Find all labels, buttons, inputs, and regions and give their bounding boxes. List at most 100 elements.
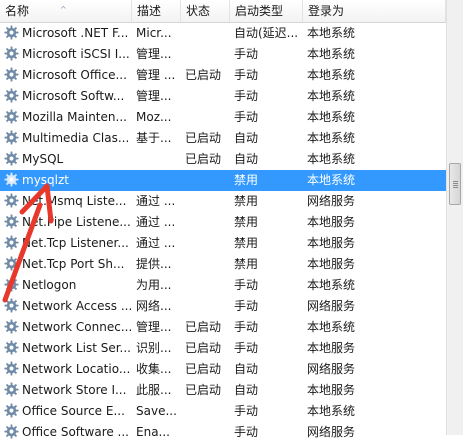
service-row[interactable]: Net.Tcp Listener... 通过 ... 禁用 本地服务: [0, 233, 446, 254]
service-logon-as: 本地服务: [307, 383, 356, 397]
service-name: Network List Ser...: [22, 341, 131, 355]
service-logon-as: 本地服务: [307, 236, 356, 250]
service-row[interactable]: MySQL 已启动 自动 本地系统: [0, 149, 446, 170]
column-header-description[interactable]: 描述: [132, 0, 181, 22]
service-name: Net.Pipe Listene...: [22, 215, 131, 229]
service-name-cell: Microsoft Softw...: [4, 86, 131, 107]
gear-icon: [4, 256, 19, 271]
service-row[interactable]: Office Software ... Ena... 手动 网络服务: [0, 422, 446, 443]
thumb-grip-line: [453, 183, 458, 184]
service-description: Save...: [136, 404, 177, 418]
service-name-cell: Net.Tcp Listener...: [4, 233, 131, 254]
service-row[interactable]: Multimedia Clas... 基于... 已启动 自动 本地系统: [0, 128, 446, 149]
gear-icon: [4, 193, 19, 208]
service-status: [185, 191, 229, 212]
service-row[interactable]: Netlogon 为用... 手动 本地系统: [0, 275, 446, 296]
service-name: Multimedia Clas...: [22, 131, 130, 145]
service-description: 通过 ...: [136, 194, 176, 208]
gear-icon: [4, 340, 19, 355]
service-name: Mozilla Mainten...: [22, 110, 127, 124]
service-name: Network Connec...: [22, 320, 131, 334]
service-logon-as: 本地系统: [307, 47, 356, 61]
service-name: Office Source E...: [22, 404, 125, 418]
service-status: [185, 107, 229, 128]
service-name-cell: Network Access ...: [4, 296, 131, 317]
gear-icon: [4, 172, 19, 187]
service-description: 网络...: [136, 299, 172, 313]
service-name: Microsoft .NET F...: [22, 26, 129, 40]
gear-icon: [4, 151, 19, 166]
service-description: 管理...: [136, 89, 172, 103]
gear-icon: [4, 298, 19, 313]
service-status: [185, 212, 229, 233]
service-startup-type: 手动: [234, 341, 259, 355]
service-logon-as: 网络服务: [307, 194, 356, 208]
service-row[interactable]: Microsoft .NET F... Micr... 自动(延迟... 本地系统: [0, 23, 446, 44]
service-row-selected[interactable]: mysqlzt 禁用 本地系统: [0, 170, 446, 191]
column-header-name[interactable]: 名称 ^: [0, 0, 132, 22]
vertical-scrollbar[interactable]: [446, 0, 463, 435]
service-name-cell: Net.Pipe Listene...: [4, 212, 131, 233]
service-row[interactable]: Network List Ser... 识别... 已启动 手动 本地服务: [0, 338, 446, 359]
column-header: 名称 ^ 描述 状态 启动类型 登录为: [0, 0, 446, 23]
service-name-cell: Office Software ...: [4, 422, 131, 443]
service-startup-type: 自动(延迟...: [234, 26, 299, 40]
service-name-cell: Net.Msmq Liste...: [4, 191, 131, 212]
service-name: Microsoft Office...: [22, 68, 127, 82]
service-startup-type: 自动: [234, 383, 259, 397]
service-status: [185, 170, 229, 191]
gear-icon: [4, 67, 19, 82]
service-name: MySQL: [22, 152, 64, 166]
service-startup-type: 禁用: [234, 173, 259, 187]
service-startup-type: 自动: [234, 362, 259, 376]
service-row[interactable]: Network Store I... 此服... 已启动 自动 本地服务: [0, 380, 446, 401]
gear-icon: [4, 214, 19, 229]
service-logon-as: 本地系统: [307, 131, 356, 145]
service-description: 管理...: [136, 320, 172, 334]
service-status: [185, 23, 229, 44]
service-startup-type: 手动: [234, 110, 259, 124]
service-status: [185, 254, 229, 275]
service-row[interactable]: Network Connec... 管理... 已启动 手动 本地系统: [0, 317, 446, 338]
service-status: [185, 233, 229, 254]
service-logon-as: 本地系统: [307, 404, 356, 418]
service-description: Ena...: [136, 425, 170, 439]
gear-icon: [4, 382, 19, 397]
service-row[interactable]: Network Access ... 网络... 手动 网络服务: [0, 296, 446, 317]
column-header-logon-as[interactable]: 登录为: [303, 0, 446, 22]
gear-icon: [4, 109, 19, 124]
service-row[interactable]: Net.Tcp Port Sh... 提供... 禁用 本地服务: [0, 254, 446, 275]
service-row[interactable]: Net.Msmq Liste... 通过 ... 禁用 网络服务: [0, 191, 446, 212]
column-header-status[interactable]: 状态: [181, 0, 230, 22]
service-row[interactable]: Microsoft Softw... 管理... 手动 本地系统: [0, 86, 446, 107]
service-status: 已启动: [185, 383, 222, 397]
service-row[interactable]: Microsoft Office... 管理 ... 已启动 手动 本地系统: [0, 65, 446, 86]
service-name: Microsoft iSCSI I...: [22, 47, 130, 61]
service-startup-type: 手动: [234, 425, 259, 439]
service-row[interactable]: Office Source E... Save... 手动 本地系统: [0, 401, 446, 422]
service-startup-type: 禁用: [234, 257, 259, 271]
column-status-label: 状态: [186, 4, 211, 18]
gear-icon: [4, 88, 19, 103]
service-logon-as: 网络服务: [307, 299, 356, 313]
service-status: 已启动: [185, 362, 222, 376]
service-logon-as: 网络服务: [307, 425, 356, 439]
gear-icon: [4, 361, 19, 376]
service-row[interactable]: Mozilla Mainten... Moz... 手动 本地系统: [0, 107, 446, 128]
gear-icon: [4, 277, 19, 292]
service-row[interactable]: Microsoft iSCSI I... 管理... 手动 本地系统: [0, 44, 446, 65]
column-header-startup-type[interactable]: 启动类型: [230, 0, 303, 22]
service-logon-as: 本地服务: [307, 341, 356, 355]
gear-icon: [4, 235, 19, 250]
scrollbar-thumb[interactable]: [449, 163, 461, 205]
service-name-cell: Network Locatio...: [4, 359, 131, 380]
service-row[interactable]: Network Locatio... 收集... 已启动 自动 网络服务: [0, 359, 446, 380]
services-list: Microsoft .NET F... Micr... 自动(延迟... 本地系统 Mi…: [0, 23, 446, 443]
service-row[interactable]: Net.Pipe Listene... 通过 ... 禁用 本地服务: [0, 212, 446, 233]
service-name-cell: Net.Tcp Port Sh...: [4, 254, 131, 275]
service-name-cell: Microsoft Office...: [4, 65, 131, 86]
gear-icon: [4, 319, 19, 334]
service-name-cell: MySQL: [4, 149, 131, 170]
service-name: Network Store I...: [22, 383, 127, 397]
service-description: Moz...: [136, 110, 172, 124]
